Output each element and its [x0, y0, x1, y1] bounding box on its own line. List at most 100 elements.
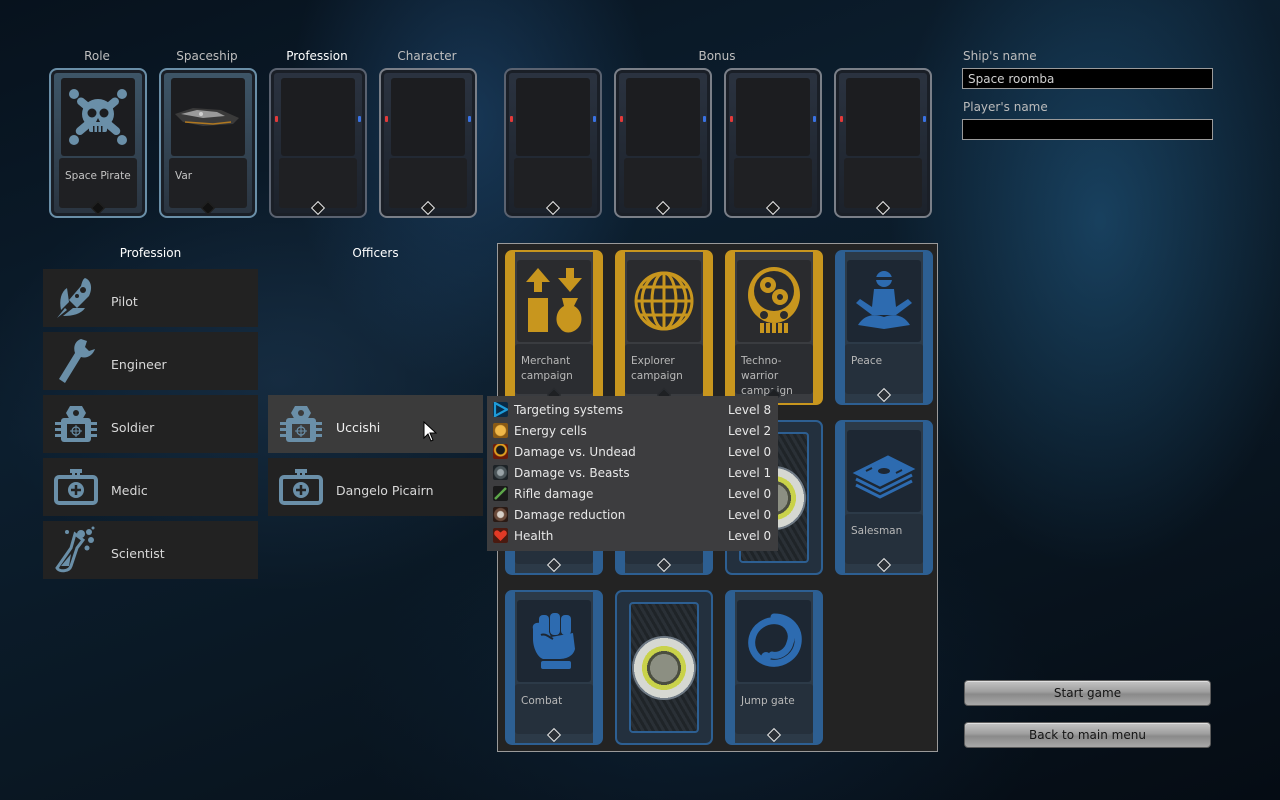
red-led-icon	[840, 116, 843, 122]
beast-icon	[493, 465, 508, 480]
officer-item-uccishi[interactable]: Uccishi	[268, 395, 483, 453]
card-salesman[interactable]: Salesman	[835, 420, 933, 575]
spaceship-icon	[171, 78, 245, 156]
heart-icon	[493, 528, 508, 543]
bonus-slot-3[interactable]	[724, 68, 822, 218]
card-label: Explorer campaign	[631, 355, 683, 382]
card-label: Combat	[521, 695, 563, 707]
meditation-icon	[847, 260, 921, 342]
rocket-icon	[43, 269, 109, 327]
blue-led-icon	[593, 116, 596, 122]
card-merchant-campaign[interactable]: Merchant campaign	[505, 250, 603, 405]
profession-item-label: Pilot	[111, 293, 138, 309]
card-back-core-icon	[632, 635, 696, 700]
profession-item-medic[interactable]: Medic	[43, 458, 258, 516]
profession-item-soldier[interactable]: Soldier	[43, 395, 258, 453]
profession-item-scientist[interactable]: Scientist	[43, 521, 258, 579]
skill-name: Energy cells	[514, 423, 587, 438]
officer-item-label: Uccishi	[336, 419, 381, 435]
card-techno-warrior-campaign[interactable]: Techno-warrior campaign	[725, 250, 823, 405]
skill-level: Level 0	[728, 507, 772, 522]
blue-led-icon	[813, 116, 816, 122]
blue-led-icon	[923, 116, 926, 122]
officer-item-dangelo-picairn[interactable]: Dangelo Picairn	[268, 458, 483, 516]
ship-name-input[interactable]	[962, 68, 1213, 89]
role-value: Space Pirate	[65, 170, 131, 182]
red-led-icon	[385, 116, 388, 122]
gear-robot-icon	[737, 260, 811, 342]
skill-name: Rifle damage	[514, 486, 594, 501]
globe-icon	[627, 260, 701, 342]
player-name-input[interactable]	[962, 119, 1213, 140]
blue-led-icon	[703, 116, 706, 122]
player-name-label: Player's name	[963, 100, 1048, 114]
profession-list-title: Profession	[119, 246, 182, 260]
card-label: Merchant campaign	[521, 355, 573, 382]
skill-row: Health Level 0	[493, 525, 772, 546]
skill-row: Energy cells Level 2	[493, 420, 772, 441]
back-to-main-menu-button[interactable]: Back to main menu	[964, 722, 1211, 748]
card-label: Peace	[851, 355, 883, 367]
blue-led-icon	[468, 116, 471, 122]
profession-header: Profession	[286, 49, 348, 63]
skill-level: Level 1	[728, 465, 772, 480]
armor-icon	[43, 395, 109, 453]
medkit-icon	[43, 458, 109, 516]
profession-item-label: Scientist	[111, 545, 165, 561]
skill-name: Targeting systems	[514, 402, 624, 417]
card-back-2[interactable]	[615, 590, 713, 745]
card-peace[interactable]: Peace	[835, 250, 933, 405]
role-slot[interactable]: Space Pirate	[49, 68, 147, 218]
battery-icon	[493, 423, 508, 438]
blue-led-icon	[358, 116, 361, 122]
profession-item-engineer[interactable]: Engineer	[43, 332, 258, 390]
profession-item-label: Medic	[111, 482, 148, 498]
card-label: Jump gate	[741, 695, 795, 707]
mouse-cursor-icon	[423, 420, 438, 447]
undead-icon	[493, 444, 508, 459]
trade-arrows-icon	[517, 260, 591, 342]
profession-item-pilot[interactable]: Pilot	[43, 269, 258, 327]
spaceship-value: Var	[175, 170, 193, 182]
skill-name: Damage reduction	[514, 507, 626, 522]
red-led-icon	[730, 116, 733, 122]
flask-icon	[43, 521, 109, 579]
profession-slot[interactable]	[269, 68, 367, 218]
wrench-icon	[43, 332, 109, 390]
start-game-button[interactable]: Start game	[964, 680, 1211, 706]
skill-level: Level 0	[728, 486, 772, 501]
armor-icon	[268, 395, 334, 453]
skill-row: Damage vs. Beasts Level 1	[493, 462, 772, 483]
portal-ring-icon	[737, 600, 811, 682]
bonus-slot-1[interactable]	[504, 68, 602, 218]
card-combat[interactable]: Combat	[505, 590, 603, 745]
officers-list-title: Officers	[352, 246, 399, 260]
medkit-icon	[268, 458, 334, 516]
money-stack-icon	[847, 430, 921, 512]
card-label: Salesman	[851, 525, 903, 537]
skill-row: Rifle damage Level 0	[493, 483, 772, 504]
fist-icon	[517, 600, 591, 682]
red-led-icon	[275, 116, 278, 122]
skill-level: Level 0	[728, 528, 772, 543]
skill-level: Level 2	[728, 423, 772, 438]
card-explorer-campaign[interactable]: Explorer campaign	[615, 250, 713, 405]
officer-item-label: Dangelo Picairn	[336, 482, 434, 498]
character-slot[interactable]	[379, 68, 477, 218]
skill-row: Damage reduction Level 0	[493, 504, 772, 525]
rifle-icon	[493, 486, 508, 501]
red-led-icon	[510, 116, 513, 122]
bonus-slot-2[interactable]	[614, 68, 712, 218]
skull-crossbones-icon	[61, 78, 135, 156]
spaceship-header: Spaceship	[176, 49, 238, 63]
shield-icon	[493, 507, 508, 522]
targeting-icon	[493, 401, 510, 418]
bonus-header: Bonus	[698, 49, 736, 63]
card-label: Techno-warrior campaign	[741, 355, 793, 397]
skill-level: Level 8	[728, 402, 772, 417]
character-header: Character	[397, 49, 457, 63]
card-jump-gate[interactable]: Jump gate	[725, 590, 823, 745]
spaceship-slot[interactable]: Var	[159, 68, 257, 218]
bonus-slot-4[interactable]	[834, 68, 932, 218]
red-led-icon	[620, 116, 623, 122]
